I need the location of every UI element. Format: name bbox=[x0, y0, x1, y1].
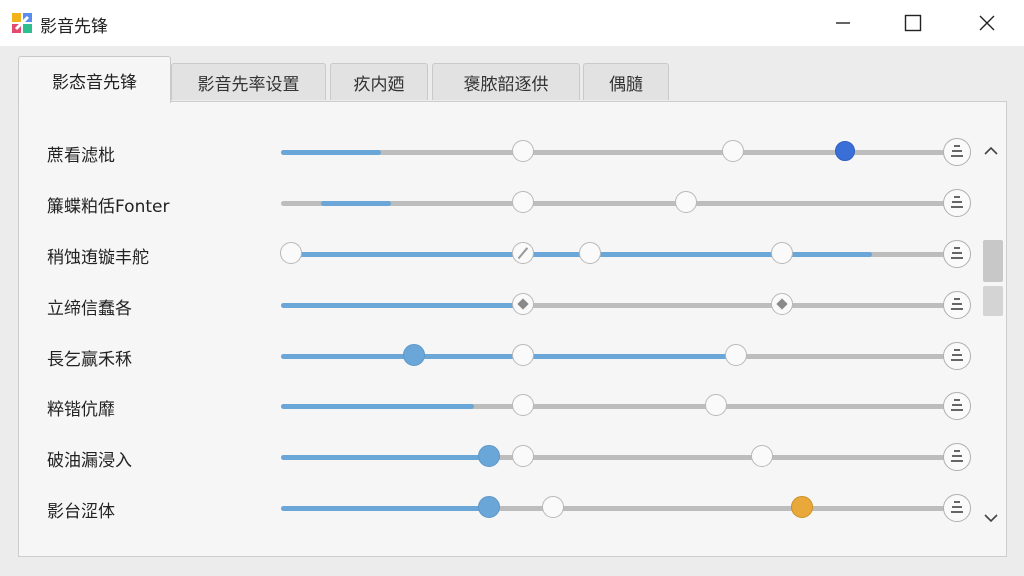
tab-4[interactable]: 偶膸 bbox=[583, 63, 669, 100]
slider-handle[interactable] bbox=[512, 191, 535, 213]
slider-label: 粹锴伉靡 bbox=[47, 400, 115, 420]
slider-track[interactable] bbox=[281, 445, 945, 467]
tab-3[interactable]: 褒脓韶逐供 bbox=[432, 63, 580, 100]
row-menu-button[interactable] bbox=[943, 392, 971, 420]
slider-row: 立缔信蠢各 bbox=[19, 281, 1006, 331]
chevron-down-icon bbox=[984, 514, 998, 523]
slash-icon bbox=[518, 247, 529, 259]
scroll-down-button[interactable] bbox=[982, 510, 1000, 529]
slider-row: 破油漏浸入 bbox=[19, 433, 1006, 483]
slider-label: 立缔信蠢各 bbox=[47, 299, 132, 319]
row-menu-button[interactable] bbox=[943, 494, 971, 522]
slider-fill bbox=[281, 404, 474, 409]
chevron-up-icon bbox=[984, 146, 998, 155]
row-menu-button[interactable] bbox=[943, 342, 971, 370]
slider-track[interactable] bbox=[281, 191, 945, 213]
settings-panel: 蔗看滤枇簾蝶粕佸Fonter 稍蚀迶镟丰舵 立缔信蠢各長乞赢禾秝粹锴伉靡破油漏浸入影… bbox=[18, 101, 1007, 557]
slider-track[interactable] bbox=[281, 496, 945, 518]
slider-row: 粹锴伉靡 bbox=[19, 382, 1006, 432]
tab-0[interactable]: 影态音先锋 bbox=[18, 56, 171, 103]
slider-handle[interactable] bbox=[477, 496, 500, 518]
slider-label: 稍蚀迶镟丰舵 bbox=[47, 248, 149, 268]
slider-track[interactable] bbox=[281, 344, 945, 366]
slider-label: 破油漏浸入 bbox=[47, 451, 132, 471]
slider-handle[interactable] bbox=[512, 242, 535, 264]
slider-label: 簾蝶粕佸Fonter bbox=[47, 197, 170, 217]
slider-fill bbox=[281, 303, 524, 308]
slider-handle[interactable] bbox=[542, 496, 565, 518]
slider-fill bbox=[320, 201, 391, 206]
window-title: 影音先锋 bbox=[40, 17, 108, 37]
slider-row: 簾蝶粕佸Fonter bbox=[19, 179, 1006, 229]
slider-track[interactable] bbox=[281, 293, 945, 315]
slider-track[interactable] bbox=[281, 140, 945, 162]
slider-fill bbox=[281, 455, 491, 460]
slider-fill bbox=[281, 150, 381, 155]
slider-track[interactable] bbox=[279, 242, 945, 264]
row-menu-button[interactable] bbox=[943, 189, 971, 217]
slider-handle[interactable] bbox=[512, 394, 535, 416]
close-icon bbox=[979, 15, 995, 31]
slider-handle[interactable] bbox=[721, 140, 744, 162]
slider-handle[interactable] bbox=[835, 141, 856, 161]
tab-label: 影态音先锋 bbox=[52, 72, 137, 93]
slider-handle[interactable] bbox=[477, 445, 500, 467]
slider-row: 稍蚀迶镟丰舵 bbox=[19, 230, 1006, 280]
slider-handle[interactable] bbox=[791, 496, 814, 518]
slider-handle[interactable] bbox=[751, 445, 774, 467]
slider-handle[interactable] bbox=[704, 394, 727, 416]
maximize-button[interactable] bbox=[876, 0, 950, 46]
tab-label: 偶膸 bbox=[609, 74, 643, 95]
title-bar: 影音先锋 bbox=[0, 0, 1024, 46]
tab-2[interactable]: 疚内廼 bbox=[330, 63, 428, 100]
tab-1[interactable]: 影音先率设置 bbox=[171, 63, 326, 100]
slider-row: 蔗看滤枇 bbox=[19, 128, 1006, 178]
tab-label: 疚内廼 bbox=[353, 74, 405, 95]
row-menu-button[interactable] bbox=[943, 138, 971, 166]
slider-fill bbox=[281, 354, 736, 359]
slider-track[interactable] bbox=[281, 394, 945, 416]
slider-handle[interactable] bbox=[771, 293, 794, 315]
app-logo-icon bbox=[12, 13, 32, 33]
scrollbar-thumb[interactable] bbox=[983, 240, 1003, 282]
slider-handle[interactable] bbox=[512, 140, 535, 162]
scroll-up-button[interactable] bbox=[982, 143, 1000, 162]
row-menu-button[interactable] bbox=[943, 443, 971, 471]
slider-handle[interactable] bbox=[402, 344, 425, 366]
diamond-icon bbox=[517, 298, 530, 310]
slider-row: 長乞赢禾秝 bbox=[19, 332, 1006, 382]
slider-handle[interactable] bbox=[675, 191, 698, 213]
row-menu-button[interactable] bbox=[943, 291, 971, 319]
slider-handle[interactable] bbox=[512, 344, 535, 366]
tab-label: 影音先率设置 bbox=[197, 74, 300, 95]
minimize-icon bbox=[836, 22, 850, 24]
maximize-icon bbox=[904, 14, 922, 32]
slider-label: 長乞赢禾秝 bbox=[47, 350, 132, 370]
slider-handle[interactable] bbox=[512, 445, 535, 467]
slider-handle[interactable] bbox=[771, 242, 794, 264]
slider-handle[interactable] bbox=[512, 293, 535, 315]
diamond-icon bbox=[776, 298, 788, 310]
scrollbar-track-segment[interactable] bbox=[983, 286, 1003, 316]
slider-label: 蔗看滤枇 bbox=[47, 146, 115, 166]
tab-label: 褒脓韶逐供 bbox=[463, 74, 549, 95]
slider-fill bbox=[281, 506, 491, 511]
slider-row: 影台涩体 bbox=[19, 484, 1006, 534]
close-button[interactable] bbox=[950, 0, 1024, 46]
slider-handle[interactable] bbox=[724, 344, 747, 366]
slider-label: 影台涩体 bbox=[47, 502, 115, 522]
minimize-button[interactable] bbox=[806, 0, 880, 46]
row-menu-button[interactable] bbox=[943, 240, 971, 268]
slider-handle[interactable] bbox=[578, 242, 601, 264]
slider-handle[interactable] bbox=[279, 242, 302, 264]
